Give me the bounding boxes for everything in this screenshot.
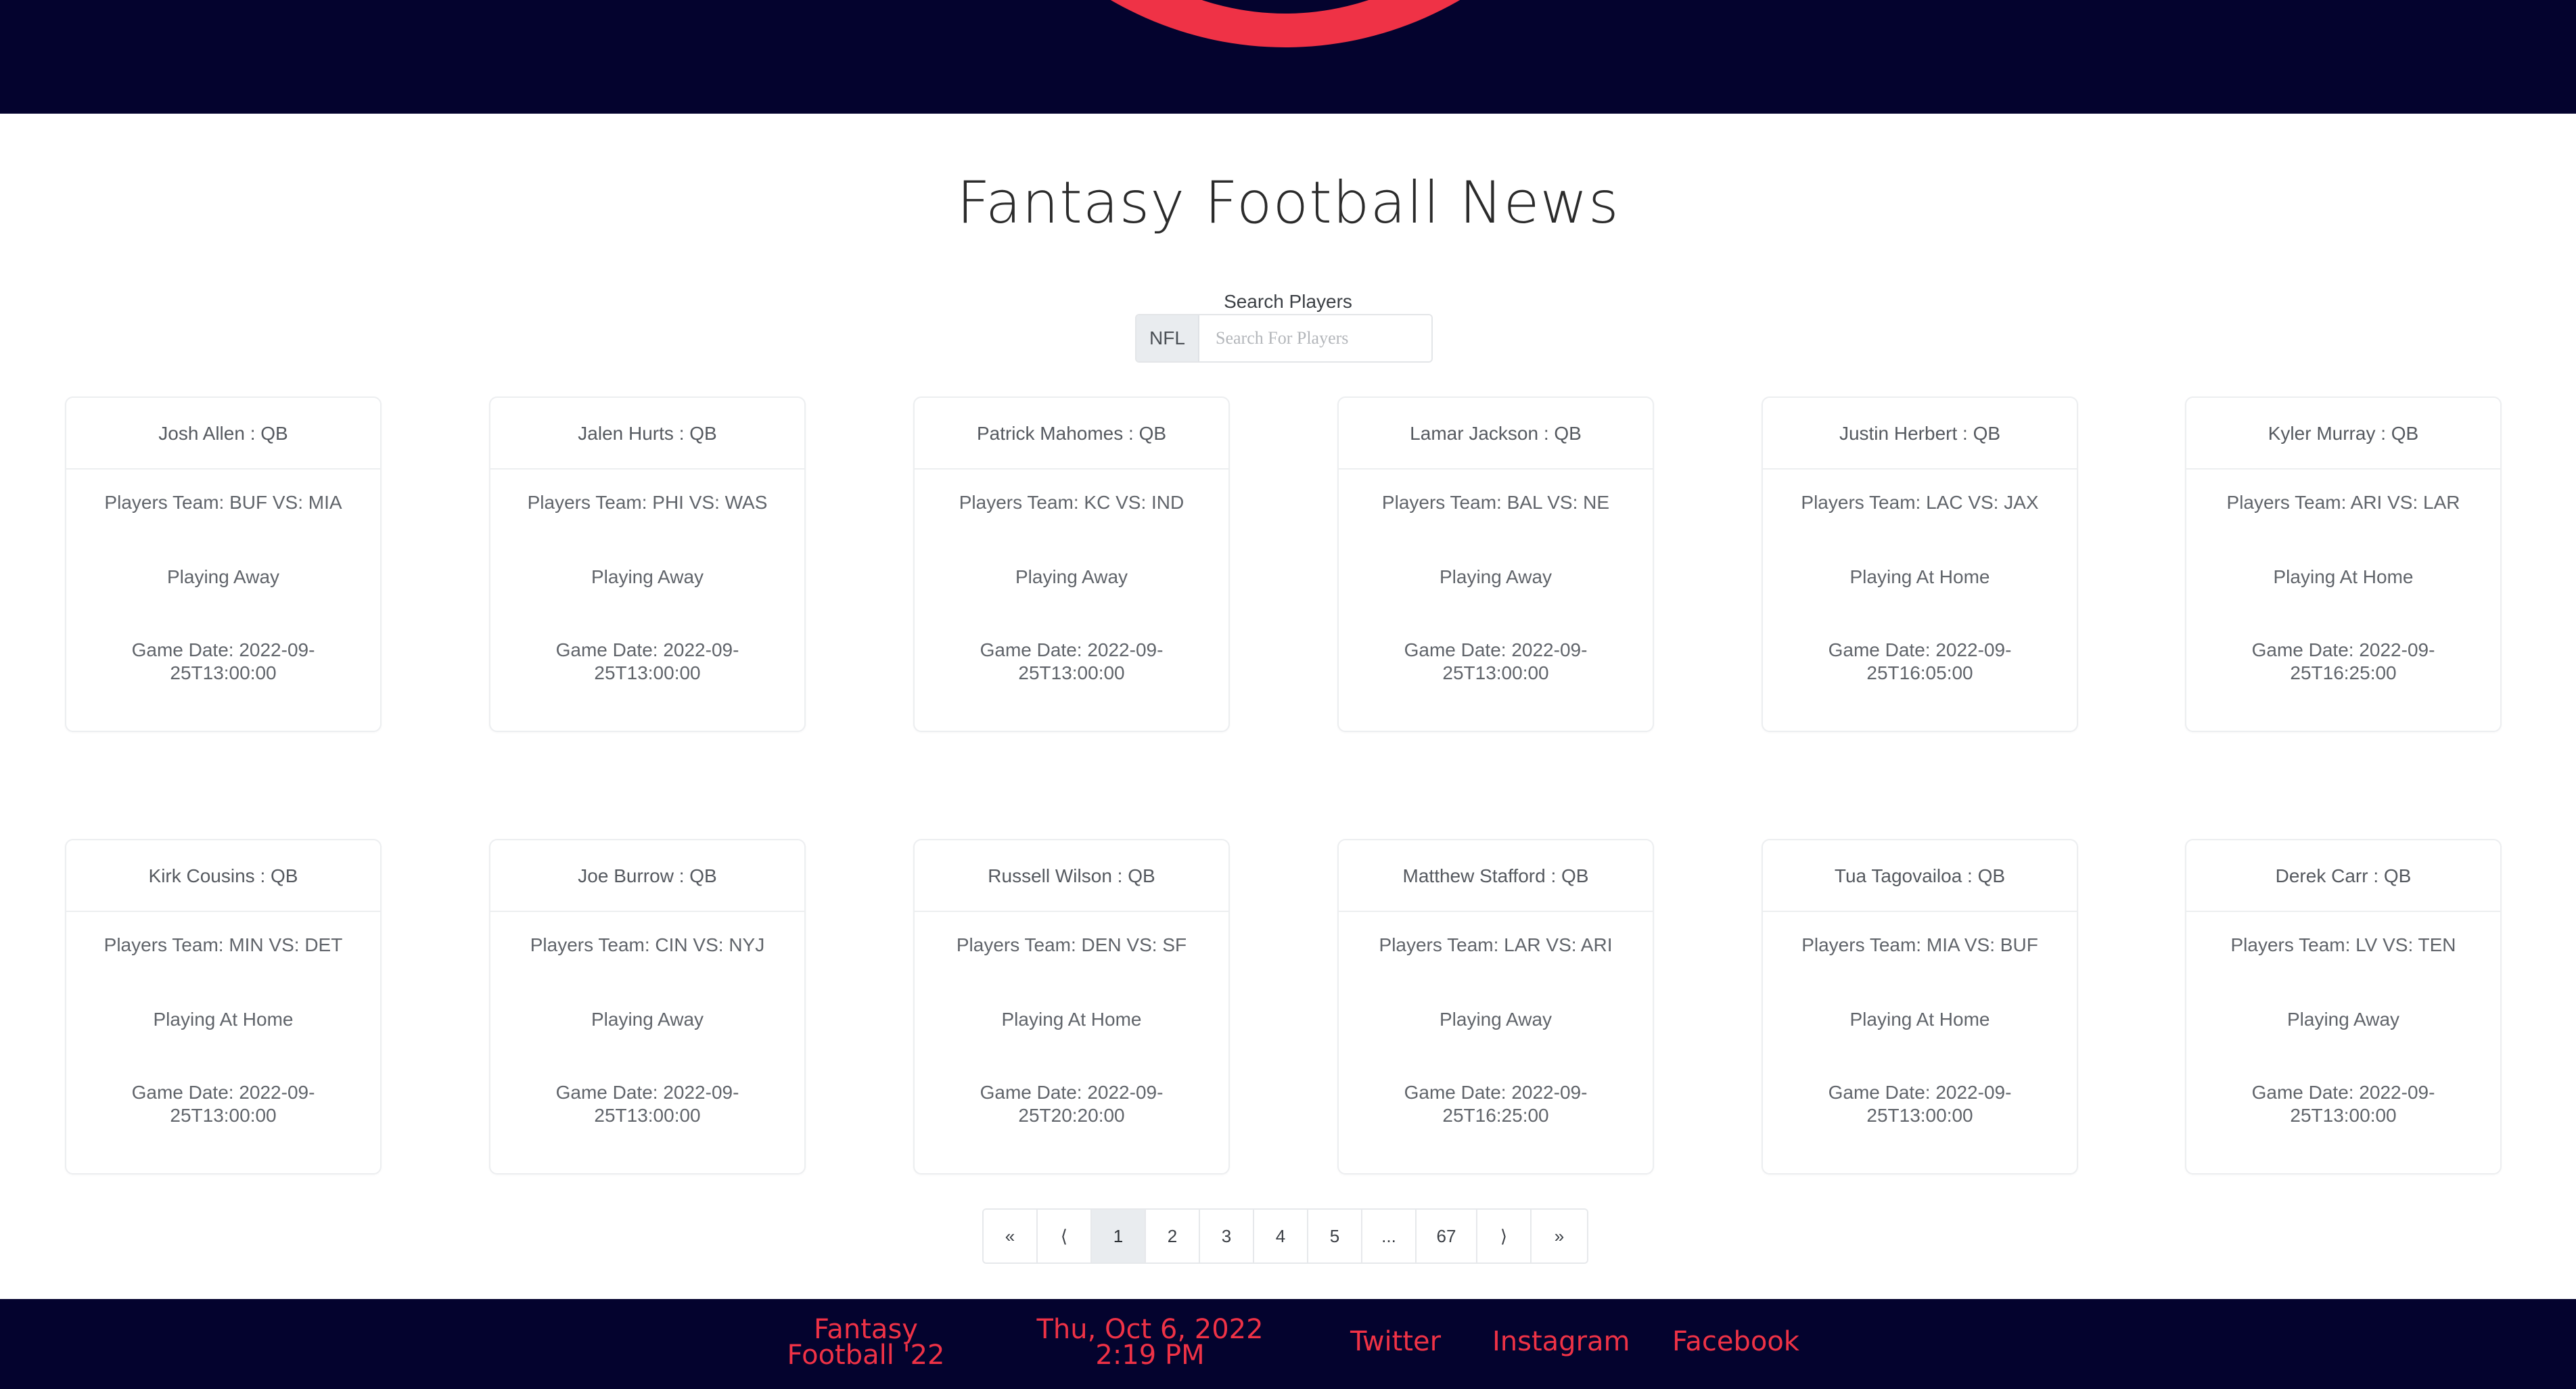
player-card[interactable]: Tua Tagovailoa : QB Players Team: MIA VS:… [1762, 839, 2078, 1175]
footer-facebook-link[interactable]: Facebook [1672, 1328, 1799, 1355]
pagination-first-button[interactable]: « [984, 1210, 1038, 1262]
player-card-game-date: Game Date: 2022-09-25T13:00:00 [131, 1082, 315, 1126]
player-card-home-status: Playing Away [591, 1009, 704, 1030]
player-card-team: Players Team: PHI VS: WAS [527, 492, 768, 513]
player-card-name: Kyler Murray : QB [2186, 398, 2500, 470]
pagination-page-last[interactable]: 67 [1417, 1210, 1477, 1262]
player-card-home-status: Playing At Home [1001, 1009, 1142, 1030]
search-group: NFL [1135, 314, 1433, 363]
player-card-name: Russell Wilson : QB [915, 840, 1228, 912]
site-footer: Fantasy Football '22 Thu, Oct 6, 2022 2:… [0, 1299, 2576, 1389]
pagination-page-3[interactable]: 3 [1200, 1210, 1254, 1262]
pagination-page-4[interactable]: 4 [1254, 1210, 1308, 1262]
player-card-name: Derek Carr : QB [2186, 840, 2500, 912]
player-card-home-status: Playing At Home [1849, 1009, 1990, 1030]
player-card-game-date: Game Date: 2022-09-25T16:05:00 [1828, 639, 2012, 683]
pagination-last-button[interactable]: » [1532, 1210, 1587, 1262]
player-card-team: Players Team: LAC VS: JAX [1801, 492, 2039, 513]
footer-instagram-link[interactable]: Instagram [1492, 1328, 1630, 1355]
player-card-game-date: Game Date: 2022-09-25T13:00:00 [555, 1082, 739, 1126]
player-card[interactable]: Joe Burrow : QB Players Team: CIN VS: NYJ… [489, 839, 806, 1175]
player-card[interactable]: Patrick Mahomes : QB Players Team: KC VS:… [913, 396, 1230, 732]
player-card-name: Matthew Stafford : QB [1339, 840, 1653, 912]
player-card-game-date: Game Date: 2022-09-25T13:00:00 [555, 639, 739, 683]
player-card[interactable]: Josh Allen : QB Players Team: BUF VS: MIA… [65, 396, 382, 732]
player-card-home-status: Playing Away [1439, 1009, 1552, 1030]
player-card-team: Players Team: KC VS: IND [959, 492, 1184, 513]
player-card-name: Joe Burrow : QB [490, 840, 804, 912]
player-card[interactable]: Justin Herbert : QB Players Team: LAC VS:… [1762, 396, 2078, 732]
search-label: Search Players [1224, 291, 1352, 312]
pagination-ellipsis: ... [1362, 1210, 1417, 1262]
header-logo-arc-inner [967, 0, 1603, 14]
player-card-home-status: Playing Away [1439, 566, 1552, 587]
page-title: Fantasy Football News [957, 169, 1619, 237]
player-card-game-date: Game Date: 2022-09-25T13:00:00 [980, 639, 1164, 683]
player-card-name: Jalen Hurts : QB [490, 398, 804, 470]
player-card-game-date: Game Date: 2022-09-25T20:20:00 [980, 1082, 1164, 1126]
player-card-team: Players Team: CIN VS: NYJ [530, 934, 765, 955]
pagination-next-button[interactable]: ⟩ [1477, 1210, 1532, 1262]
player-card-game-date: Game Date: 2022-09-25T16:25:00 [1404, 1082, 1588, 1126]
player-card-name: Lamar Jackson : QB [1339, 398, 1653, 470]
player-card-name: Patrick Mahomes : QB [915, 398, 1228, 470]
footer-datetime: Thu, Oct 6, 2022 2:19 PM [1036, 1314, 1264, 1371]
player-card-team: Players Team: LAR VS: ARI [1379, 934, 1613, 955]
player-card[interactable]: Kyler Murray : QB Players Team: ARI VS: L… [2185, 396, 2502, 732]
player-card-home-status: Playing Away [166, 566, 280, 587]
player-card[interactable]: Matthew Stafford : QB Players Team: LAR V… [1337, 839, 1654, 1175]
player-card[interactable]: Kirk Cousins : QB Players Team: MIN VS: D… [65, 839, 382, 1175]
pagination-page-1[interactable]: 1 [1092, 1210, 1146, 1262]
player-card-team: Players Team: ARI VS: LAR [2226, 492, 2460, 513]
footer-brand[interactable]: Fantasy Football '22 [758, 1316, 974, 1369]
player-card-home-status: Playing Away [591, 566, 704, 587]
search-league-prefix: NFL [1136, 315, 1199, 361]
player-card-game-date: Game Date: 2022-09-25T13:00:00 [1404, 639, 1588, 683]
pagination-page-2[interactable]: 2 [1146, 1210, 1200, 1262]
player-card-team: Players Team: BAL VS: NE [1381, 492, 1610, 513]
player-card-name: Tua Tagovailoa : QB [1763, 840, 2077, 912]
player-card-team: Players Team: LV VS: TEN [2230, 934, 2456, 955]
player-card-home-status: Playing At Home [2273, 566, 2414, 587]
player-card-team: Players Team: MIN VS: DET [104, 934, 343, 955]
player-card-team: Players Team: BUF VS: MIA [104, 492, 342, 513]
player-card-game-date: Game Date: 2022-09-25T13:00:00 [131, 639, 315, 683]
player-card-home-status: Playing Away [1015, 566, 1128, 587]
site-header [0, 0, 2576, 114]
pagination-prev-button[interactable]: ⟨ [1038, 1210, 1092, 1262]
player-card-home-status: Playing Away [2286, 1009, 2400, 1030]
player-card-name: Kirk Cousins : QB [66, 840, 380, 912]
pagination: « ⟨ 1 2 3 4 5 ... 67 ⟩ » [982, 1208, 1588, 1264]
player-card-game-date: Game Date: 2022-09-25T13:00:00 [2251, 1082, 2435, 1126]
player-card-home-status: Playing At Home [1849, 566, 1990, 587]
player-card-home-status: Playing At Home [153, 1009, 294, 1030]
player-card-team: Players Team: DEN VS: SF [956, 934, 1187, 955]
search-input[interactable] [1199, 315, 1431, 361]
player-card[interactable]: Russell Wilson : QB Players Team: DEN VS:… [913, 839, 1230, 1175]
player-card[interactable]: Jalen Hurts : QB Players Team: PHI VS: WA… [489, 396, 806, 732]
player-card-game-date: Game Date: 2022-09-25T13:00:00 [1828, 1082, 2012, 1126]
player-card-name: Justin Herbert : QB [1763, 398, 2077, 470]
player-card-team: Players Team: MIA VS: BUF [1801, 934, 2038, 955]
pagination-page-5[interactable]: 5 [1308, 1210, 1362, 1262]
player-card[interactable]: Lamar Jackson : QB Players Team: BAL VS: … [1337, 396, 1654, 732]
player-card[interactable]: Derek Carr : QB Players Team: LV VS: TEN P… [2185, 839, 2502, 1175]
player-card-name: Josh Allen : QB [66, 398, 380, 470]
player-card-game-date: Game Date: 2022-09-25T16:25:00 [2251, 639, 2435, 683]
footer-twitter-link[interactable]: Twitter [1350, 1328, 1441, 1355]
